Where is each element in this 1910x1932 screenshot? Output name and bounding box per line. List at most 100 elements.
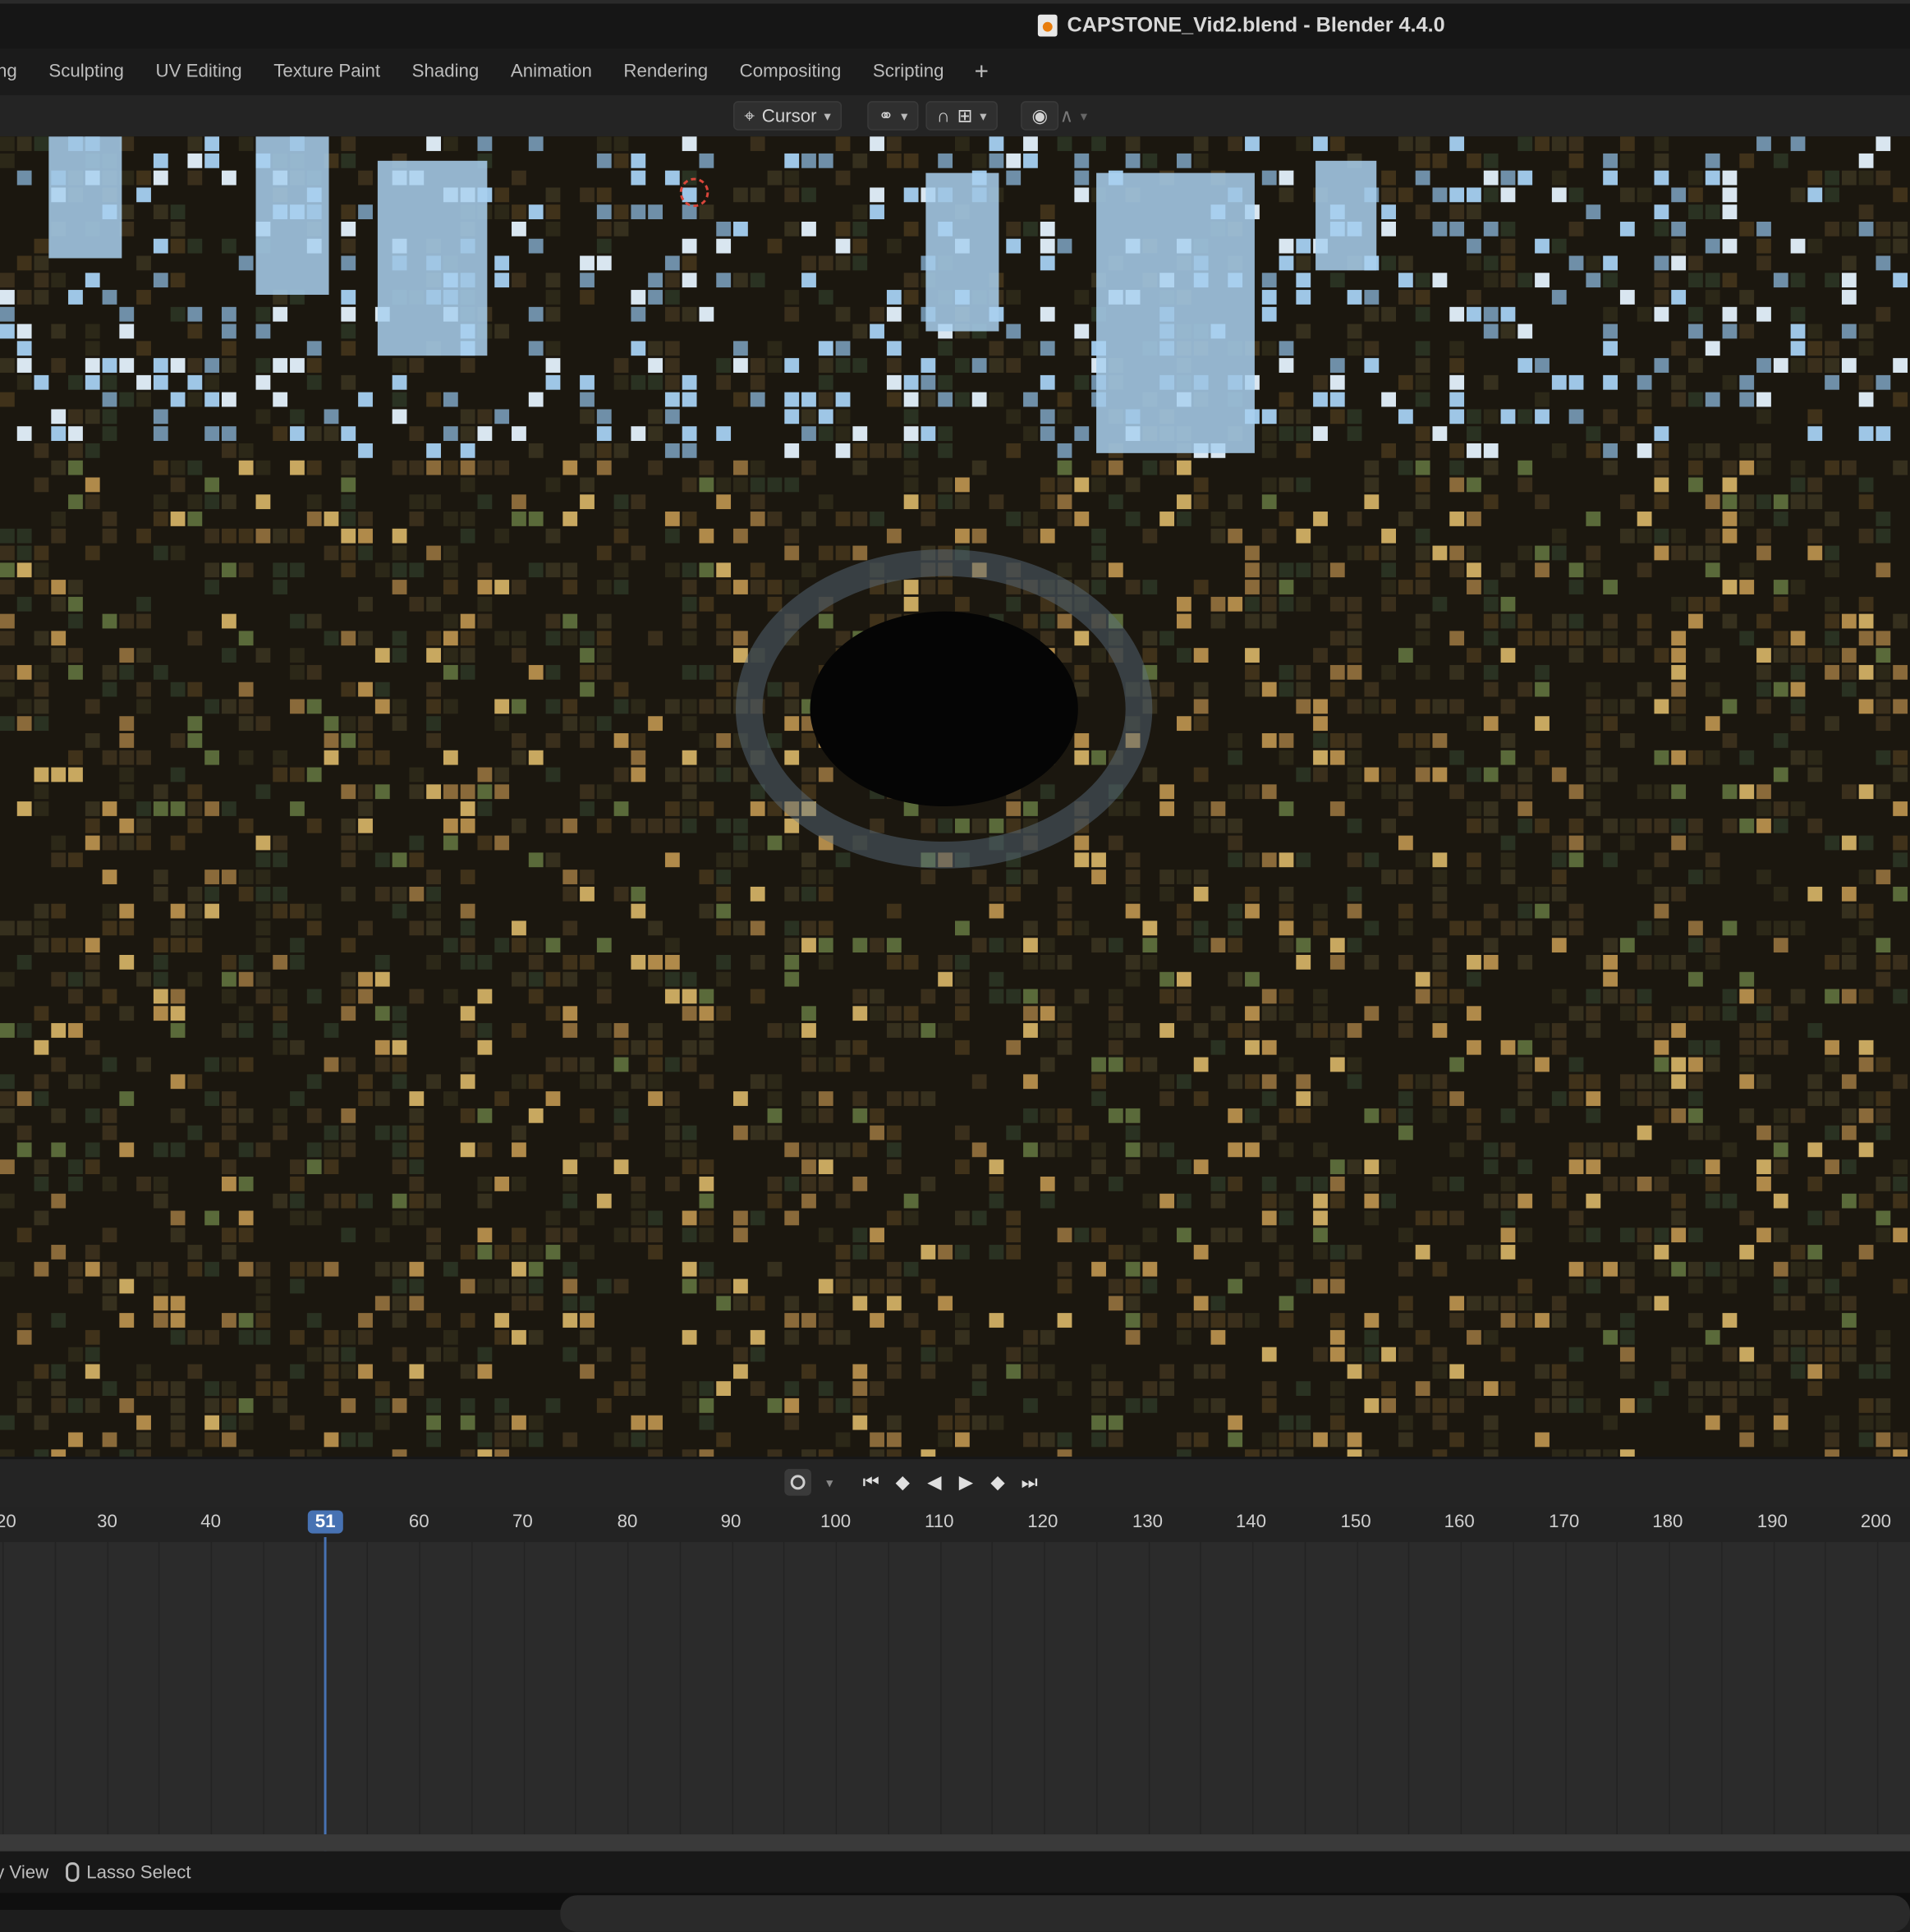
timeline-gridline: [2, 1542, 4, 1835]
add-workspace-icon[interactable]: +: [960, 57, 1003, 85]
tab-animation[interactable]: Animation: [495, 48, 608, 94]
timeline-gridline: [1407, 1542, 1410, 1835]
chevron-down-icon: ▾: [980, 108, 987, 124]
status-lasso-hint: Lasso Select: [65, 1861, 191, 1883]
frame-tick-label: 140: [1235, 1511, 1267, 1533]
timeline-gridline: [991, 1542, 993, 1835]
frame-tick-label: 130: [1132, 1511, 1163, 1533]
chevron-down-icon: ▾: [824, 108, 831, 124]
pivot-cursor-icon: ⌖: [744, 105, 755, 126]
frame-tick-label: 160: [1444, 1511, 1475, 1533]
timeline-ruler[interactable]: 20 30 40 60 70 80 90 100 110 120 130 140…: [0, 1508, 1910, 1543]
timeline-gridline: [1616, 1542, 1618, 1835]
timeline-gridline: [1357, 1542, 1359, 1835]
tab-shading[interactable]: Shading: [396, 48, 494, 94]
current-frame-indicator[interactable]: 51: [307, 1510, 343, 1534]
frame-tick-label: 20: [0, 1511, 16, 1533]
playhead[interactable]: [324, 1537, 327, 1852]
timeline-gridline: [679, 1542, 682, 1835]
timeline-gridline: [732, 1542, 734, 1835]
timeline-gridline: [158, 1542, 160, 1835]
timeline-gridline: [471, 1542, 473, 1835]
timeline-gridline: [1096, 1542, 1098, 1835]
timeline-gridline: [54, 1542, 57, 1835]
falloff-curve-icon: ∧: [1059, 106, 1073, 127]
timeline-gridline: [835, 1542, 838, 1835]
frame-tick-label: 30: [97, 1511, 117, 1533]
timeline-gridline: [1460, 1542, 1462, 1835]
viewport-header: ⌖ Cursor ▾ ⚭ ▾ ∩ ⊞ ▾ ◉ ∧ ▾: [0, 94, 1910, 137]
tab-uv-editing[interactable]: UV Editing: [140, 48, 258, 94]
timeline-gridline: [627, 1542, 629, 1835]
frame-tick-label: 190: [1756, 1511, 1788, 1533]
jump-to-start-icon[interactable]: ⏮: [857, 1469, 884, 1496]
tab-compositing[interactable]: Compositing: [723, 48, 856, 94]
link-icon: ⚭: [878, 106, 894, 127]
mouse-icon: [65, 1862, 80, 1882]
chevron-down-icon[interactable]: ▾: [816, 1469, 843, 1496]
frame-tick-label: 70: [512, 1511, 533, 1533]
frame-tick-label: 120: [1027, 1511, 1058, 1533]
pivot-label: Cursor: [761, 105, 817, 126]
frame-tick-label: 170: [1549, 1511, 1580, 1533]
pivot-point-dropdown[interactable]: ⌖ Cursor ▾: [733, 100, 843, 132]
frame-tick-label: 110: [924, 1511, 954, 1533]
jump-to-next-keyframe-icon[interactable]: ◆: [985, 1469, 1012, 1496]
title-bar: CAPSTONE_Vid2.blend - Blender 4.4.0: [0, 0, 1910, 49]
timeline-gridline: [523, 1542, 526, 1835]
chevron-down-icon: ▾: [901, 108, 908, 124]
snap-increment-icon: ⊞: [957, 106, 973, 127]
snap-toggle[interactable]: ∩ ⊞ ▾: [925, 100, 998, 132]
tab-sculpting[interactable]: Sculpting: [33, 48, 140, 94]
timeline-gridline: [1876, 1542, 1879, 1835]
timeline-scrollbar[interactable]: [0, 1834, 1910, 1852]
timeline-gridline: [263, 1542, 264, 1835]
timeline-gridline: [940, 1542, 942, 1835]
jump-to-prev-keyframe-icon[interactable]: ◆: [889, 1469, 916, 1496]
frame-tick-label: 100: [820, 1511, 852, 1533]
timeline-header: ▾ ⏮ ◆ ◀ ▶ ◆ ⏭: [0, 1457, 1910, 1508]
tab-rendering[interactable]: Rendering: [608, 48, 723, 94]
timeline-gridline: [1304, 1542, 1306, 1835]
timeline-gridline: [419, 1542, 420, 1835]
play-icon[interactable]: ▶: [953, 1469, 980, 1496]
workspace-tabs: ing Sculpting UV Editing Texture Paint S…: [0, 48, 1910, 97]
status-view-hint: y View: [0, 1861, 49, 1883]
window-title: CAPSTONE_Vid2.blend - Blender 4.4.0: [1037, 13, 1445, 38]
proportional-icon: ◉: [1031, 106, 1048, 127]
timeline-gridline: [1200, 1542, 1201, 1835]
frame-tick-label: 90: [720, 1511, 742, 1533]
play-reverse-icon[interactable]: ◀: [921, 1469, 948, 1496]
timeline-gridline: [315, 1542, 317, 1835]
falloff-dropdown[interactable]: ∧ ▾: [1060, 100, 1087, 132]
tab-scripting[interactable]: Scripting: [857, 48, 960, 94]
magnet-icon: ∩: [936, 105, 950, 126]
timeline-area[interactable]: [0, 1542, 1910, 1835]
frame-tick-label: 40: [200, 1511, 222, 1533]
lasso-select-label: Lasso Select: [86, 1861, 191, 1883]
tab-layout-partial[interactable]: ing: [0, 48, 33, 94]
timeline-gridline: [210, 1542, 213, 1835]
viewport-render-image: [0, 136, 1910, 1457]
frame-tick-label: 60: [408, 1511, 429, 1533]
tab-texture-paint[interactable]: Texture Paint: [258, 48, 396, 94]
timeline-gridline: [1773, 1542, 1775, 1835]
window-title-text: CAPSTONE_Vid2.blend - Blender 4.4.0: [1067, 13, 1445, 37]
timeline-gridline: [1565, 1542, 1567, 1835]
desktop-strip: [0, 1893, 1910, 1932]
timeline-gridline: [1251, 1542, 1254, 1835]
auto-keying-button[interactable]: [784, 1469, 811, 1496]
blend-file-icon: [1037, 14, 1058, 37]
status-bar: y View Lasso Select: [0, 1851, 1910, 1893]
snap-target-dropdown[interactable]: ⚭ ▾: [867, 100, 919, 132]
chevron-down-icon: ▾: [1080, 108, 1087, 124]
timeline-gridline: [575, 1542, 576, 1835]
timeline-gridline: [1148, 1542, 1150, 1835]
frame-tick-label: 180: [1652, 1511, 1683, 1533]
frame-tick-label: 80: [617, 1511, 638, 1533]
jump-to-end-icon[interactable]: ⏭: [1016, 1469, 1043, 1496]
3d-viewport[interactable]: [0, 136, 1910, 1457]
proportional-editing-toggle[interactable]: ◉: [1021, 100, 1059, 132]
frame-tick-label: 150: [1340, 1511, 1371, 1533]
frame-tick-label: 200: [1860, 1511, 1892, 1533]
